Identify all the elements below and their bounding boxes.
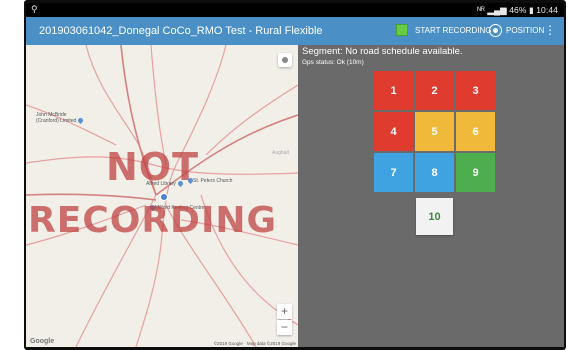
rating-button-7[interactable]: 7	[374, 153, 413, 192]
place-label: Aughalt	[272, 150, 289, 156]
record-square-icon	[396, 24, 408, 36]
poi-label: John McBride (Cranford) Limited	[36, 112, 85, 125]
start-recording-label: START RECORDING	[415, 25, 492, 35]
rating-button-4[interactable]: 4	[374, 112, 413, 151]
rating-button-5[interactable]: 5	[415, 112, 454, 151]
rating-button-8[interactable]: 8	[415, 153, 454, 192]
zoom-out-button[interactable]: −	[277, 320, 292, 335]
map-pin-icon	[77, 117, 85, 125]
rating-button-6[interactable]: 6	[456, 112, 495, 151]
google-logo: Google	[30, 338, 55, 345]
more-options-icon[interactable]: ⋮	[544, 23, 556, 37]
status-bar-right: ᴺᴿ ▂▄▆ 46% ▮ 10:44	[477, 5, 558, 15]
location-icon: ⚲	[31, 4, 38, 14]
position-button[interactable]: POSITION	[489, 24, 544, 37]
position-label: POSITION	[506, 26, 545, 35]
rating-button-9[interactable]: 9	[456, 153, 495, 192]
segment-status: Segment: No road schedule available.	[302, 46, 463, 57]
not-recording-overlay-line2: RECORDING	[28, 200, 278, 241]
not-recording-overlay-line1: NOT	[106, 145, 200, 189]
rating-button-3[interactable]: 3	[456, 71, 495, 110]
position-target-icon	[489, 24, 502, 37]
rating-button-10[interactable]: 10	[416, 198, 453, 235]
status-bar: ⚲ ᴺᴿ ▂▄▆ 46% ▮ 10:44	[26, 3, 564, 17]
compass-icon[interactable]	[278, 53, 292, 67]
inspection-panel: Segment: No road schedule available. Gps…	[298, 45, 564, 347]
map-view[interactable]: John McBride (Cranford) Limited St. Pete…	[26, 45, 298, 347]
gps-status: Gps status: Ok (10m)	[302, 59, 364, 66]
page-title: 201903061042_Donegal CoCo_RMO Test - Rur…	[39, 25, 323, 37]
app-bar: 201903061042_Donegal CoCo_RMO Test - Rur…	[26, 17, 564, 45]
zoom-in-button[interactable]: +	[277, 304, 292, 319]
map-copyright: ©2019 Google · Map data ©2019 Google	[213, 341, 296, 346]
start-recording-button[interactable]: START RECORDING	[396, 24, 491, 36]
rating-button-2[interactable]: 2	[415, 71, 454, 110]
rating-button-1[interactable]: 1	[374, 71, 413, 110]
